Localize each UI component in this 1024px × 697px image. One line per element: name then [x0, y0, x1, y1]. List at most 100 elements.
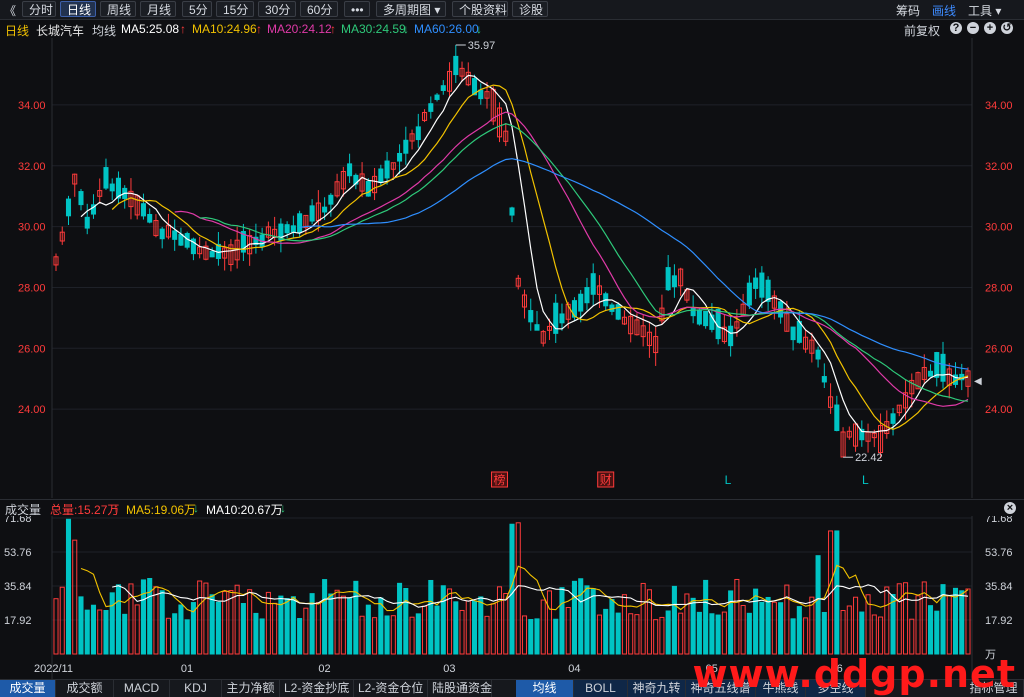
tab-kdj[interactable]: KDJ [170, 680, 222, 697]
multi-period-dropdown[interactable]: 多周期图 ▾ [376, 1, 446, 17]
volume-bar [272, 602, 278, 655]
chips-button[interactable]: 筹码 [896, 2, 920, 19]
volume-bar [965, 588, 971, 655]
stock-profile-button[interactable]: 个股资料 [452, 1, 508, 17]
candle-body [322, 206, 328, 213]
zoom-in-icon[interactable]: + [984, 22, 996, 34]
volume-bar [140, 579, 146, 655]
adjust-mode[interactable]: 前复权 [904, 22, 940, 39]
x-tick-label: 04 [568, 663, 580, 675]
down-arrow-icon: ↓ [280, 501, 286, 515]
tab-15min[interactable]: 15分 [216, 1, 254, 17]
volume-bar [778, 602, 784, 655]
more-button[interactable]: ••• [344, 1, 370, 17]
tab-60min[interactable]: 60分 [300, 1, 338, 17]
volume-bar [297, 618, 303, 655]
volume-bar [715, 614, 721, 655]
tab-30min[interactable]: 30分 [258, 1, 296, 17]
tab-5min[interactable]: 5分 [182, 1, 212, 17]
tab-ma[interactable]: 均线 [516, 680, 574, 697]
back-icon[interactable]: 《 [4, 2, 16, 19]
tab-boll[interactable]: BOLL [574, 680, 628, 697]
volume-bar [884, 586, 890, 655]
volume-bar [596, 614, 602, 655]
y-tick-label-right: 32.00 [985, 161, 1013, 173]
candle-body [415, 126, 421, 141]
tab-monthly[interactable]: 月线 [140, 1, 176, 17]
volume-bar [959, 590, 965, 655]
volume-bar [403, 587, 409, 655]
candle-body [347, 163, 353, 177]
x-tick-label: 01 [181, 663, 193, 675]
tab-daily[interactable]: 日线 [60, 1, 96, 17]
volume-bar [521, 615, 528, 655]
candle-body [940, 353, 946, 382]
indicator-type[interactable]: 均线 [92, 22, 116, 39]
candle-body [509, 207, 515, 216]
candle-body [753, 277, 759, 289]
up-arrow-icon: ↑ [330, 22, 336, 36]
tab-northbound[interactable]: 陆股通资金 [428, 680, 492, 697]
volume-bar [172, 613, 178, 655]
diagnose-button[interactable]: 诊股 [512, 1, 548, 17]
y-tick-label-left: 32.00 [18, 161, 46, 173]
volume-bar [290, 596, 296, 655]
tab-turnover[interactable]: 成交额 [56, 680, 114, 697]
y-tick-label-right: 28.00 [985, 282, 1013, 294]
tab-td9[interactable]: 神奇九转 [628, 680, 686, 697]
volume-bar [315, 602, 321, 655]
close-icon[interactable]: × [1004, 502, 1016, 514]
volume-bar [765, 596, 771, 655]
volume-bar [415, 613, 421, 655]
draw-line-button[interactable]: 画线 [932, 2, 956, 19]
volume-bar [603, 608, 609, 655]
candle-body [403, 139, 409, 154]
candle-body [578, 293, 584, 312]
volume-bar [365, 604, 371, 655]
volume-bar [853, 596, 859, 655]
down-arrow-icon: ↓ [403, 22, 409, 36]
tab-macd[interactable]: MACD [114, 680, 170, 697]
help-icon[interactable]: ? [950, 22, 962, 34]
volume-bar [696, 611, 702, 655]
volume-bar [815, 555, 821, 655]
ma5-value: MA5:25.08 [121, 22, 180, 36]
candle-body [78, 191, 84, 206]
tab-main-net[interactable]: 主力净额 [222, 680, 280, 697]
tab-l2-bottom[interactable]: L2-资金抄底 [280, 680, 354, 697]
candlestick-chart[interactable]: 34.00 34.00 32.00 32.00 30.00 30.00 28.00 28.00… [0, 38, 1024, 498]
candle-body [328, 194, 334, 205]
tab-weekly[interactable]: 周线 [100, 1, 136, 17]
volume-bar [259, 618, 265, 655]
volume-bar [328, 593, 334, 655]
volume-bar [384, 615, 390, 655]
candle-body [84, 216, 90, 229]
price-pointer-icon: ◀ [974, 376, 982, 387]
volume-bar [653, 619, 659, 655]
tab-volume[interactable]: 成交量 [0, 680, 56, 697]
refresh-icon[interactable]: ↺ [1001, 22, 1013, 34]
volume-bar [678, 612, 684, 655]
tab-l2-position[interactable]: L2-资金仓位 [354, 680, 428, 697]
volume-bar [753, 588, 759, 655]
candle-body [440, 85, 446, 91]
volume-bar [934, 610, 940, 655]
volume-bar [484, 615, 490, 655]
tab-fenshi[interactable]: 分时 [22, 1, 56, 17]
vol-tick-label-left: 17.92 [4, 615, 32, 627]
volume-bar [859, 611, 865, 655]
volume-bar [422, 605, 428, 655]
volume-bar [553, 618, 559, 655]
tools-label: 工具 [968, 4, 993, 18]
volume-bar [178, 604, 184, 655]
down-arrow-icon: ↓ [476, 22, 482, 36]
volume-bar [759, 601, 765, 655]
volume-bar [790, 618, 796, 655]
candle-body [534, 324, 540, 331]
volume-bar [478, 596, 484, 655]
volume-bar [709, 613, 715, 655]
tools-dropdown[interactable]: 工具 ▾ [968, 2, 1001, 19]
volume-bar [490, 603, 496, 655]
candle-body [696, 309, 702, 325]
zoom-out-icon[interactable]: − [967, 22, 979, 34]
